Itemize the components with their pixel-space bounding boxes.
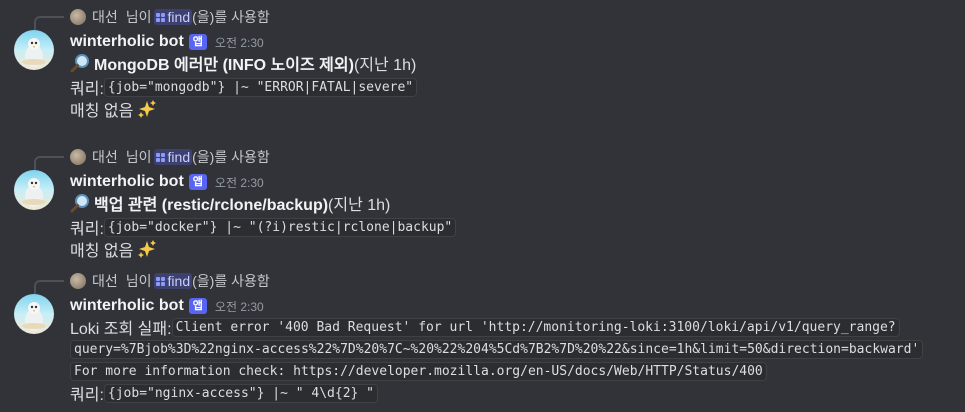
- magnifier-icon: [70, 193, 90, 213]
- bot-name[interactable]: winterholic bot: [70, 297, 184, 315]
- query-line: 쿼리: {job="mongodb"} |~ "ERROR|FATAL|seve…: [70, 76, 418, 98]
- reply-spine: [34, 156, 64, 170]
- message-title: MongoDB 에러만 (INFO 노이즈 제외) (지난 1h): [70, 52, 416, 74]
- query-code: {job="docker"} |~ "(?i)restic|rclone|bac…: [103, 217, 457, 237]
- reply-context[interactable]: 대선 님이 find (을)를 사용함: [70, 272, 270, 290]
- result-text: 매칭 없음: [70, 103, 134, 120]
- reply-suffix: 님이: [125, 273, 152, 289]
- sparkles-icon: [137, 239, 157, 259]
- timestamp[interactable]: 오전 2:30: [215, 34, 264, 51]
- error-code-2: query=%7Bjob%3D%22nginx-access%22%7D%20%…: [70, 339, 924, 359]
- error-line-3: For more information check: https://deve…: [70, 360, 767, 382]
- title-rest: (지난 1h): [328, 197, 391, 214]
- error-label: Loki 조회 실패:: [70, 321, 172, 338]
- message-header: winterholic bot 앱 오전 2:30: [70, 32, 264, 52]
- query-line: 쿼리: {job="nginx-access"} |~ " 4\d{2} ": [70, 382, 378, 404]
- app-badge: 앱: [188, 34, 207, 50]
- query-line: 쿼리: {job="docker"} |~ "(?i)restic|rclone…: [70, 216, 457, 238]
- sparkles-icon: [137, 99, 157, 119]
- title-bold: MongoDB 에러만 (INFO 노이즈 제외): [94, 57, 354, 74]
- user-avatar-small[interactable]: [70, 9, 86, 25]
- timestamp[interactable]: 오전 2:30: [215, 174, 264, 191]
- bot-avatar[interactable]: [14, 30, 54, 70]
- error-line-2: query=%7Bjob%3D%22nginx-access%22%7D%20%…: [70, 338, 924, 360]
- reply-spine: [34, 280, 64, 294]
- reply-suffix: 님이: [125, 9, 152, 25]
- query-label: 쿼리:: [70, 81, 104, 98]
- error-line-1: Loki 조회 실패: Client error '400 Bad Reques…: [70, 316, 900, 338]
- message-header: winterholic bot 앱 오전 2:30: [70, 296, 264, 316]
- message: 대선 님이 find (을)를 사용함 winterholic bot 앱 오전…: [0, 264, 965, 412]
- reply-tail: (을)를 사용함: [192, 273, 270, 289]
- reply-suffix: 님이: [125, 149, 152, 165]
- user-avatar-small[interactable]: [70, 149, 86, 165]
- reply-context[interactable]: 대선 님이 find (을)를 사용함: [70, 148, 270, 166]
- command-name: find: [167, 149, 191, 165]
- reply-context[interactable]: 대선 님이 find (을)를 사용함: [70, 8, 270, 26]
- bot-name[interactable]: winterholic bot: [70, 33, 184, 51]
- reply-username[interactable]: 대선: [92, 7, 118, 27]
- bot-name[interactable]: winterholic bot: [70, 173, 184, 191]
- message-header: winterholic bot 앱 오전 2:30: [70, 172, 264, 192]
- message: 대선 님이 find (을)를 사용함 winterholic bot 앱 오전…: [0, 140, 965, 260]
- bot-avatar[interactable]: [14, 294, 54, 334]
- title-bold: 백업 관련 (restic/rclone/backup): [94, 197, 329, 214]
- reply-username[interactable]: 대선: [92, 271, 118, 291]
- timestamp[interactable]: 오전 2:30: [215, 298, 264, 315]
- query-code: {job="nginx-access"} |~ " 4\d{2} ": [103, 383, 378, 403]
- message: 대선 님이 find (을)를 사용함 winterholic bot 앱 오전…: [0, 0, 965, 130]
- command-mention[interactable]: find: [153, 149, 193, 165]
- title-rest: (지난 1h): [353, 57, 417, 74]
- reply-tail: (을)를 사용함: [192, 9, 270, 25]
- message-title: 백업 관련 (restic/rclone/backup) (지난 1h): [70, 192, 390, 214]
- app-badge: 앱: [188, 174, 207, 190]
- result-text: 매칭 없음: [70, 243, 134, 260]
- reply-tail: (을)를 사용함: [192, 149, 270, 165]
- command-icon: [155, 12, 165, 22]
- error-code-3: For more information check: https://deve…: [70, 361, 767, 381]
- query-label: 쿼리:: [70, 221, 104, 238]
- query-code: {job="mongodb"} |~ "ERROR|FATAL|severe": [103, 77, 418, 97]
- result-line: 매칭 없음: [70, 98, 157, 120]
- command-name: find: [167, 273, 191, 289]
- reply-spine: [34, 16, 64, 30]
- command-icon: [155, 276, 165, 286]
- error-code-1: Client error '400 Bad Request' for url '…: [171, 317, 900, 337]
- user-avatar-small[interactable]: [70, 273, 86, 289]
- command-mention[interactable]: find: [153, 9, 193, 25]
- result-line: 매칭 없음: [70, 238, 157, 260]
- command-name: find: [167, 9, 191, 25]
- query-label: 쿼리:: [70, 387, 104, 404]
- bot-avatar[interactable]: [14, 170, 54, 210]
- command-mention[interactable]: find: [153, 273, 193, 289]
- magnifier-icon: [70, 53, 90, 73]
- reply-username[interactable]: 대선: [92, 147, 118, 167]
- command-icon: [155, 152, 165, 162]
- app-badge: 앱: [188, 298, 207, 314]
